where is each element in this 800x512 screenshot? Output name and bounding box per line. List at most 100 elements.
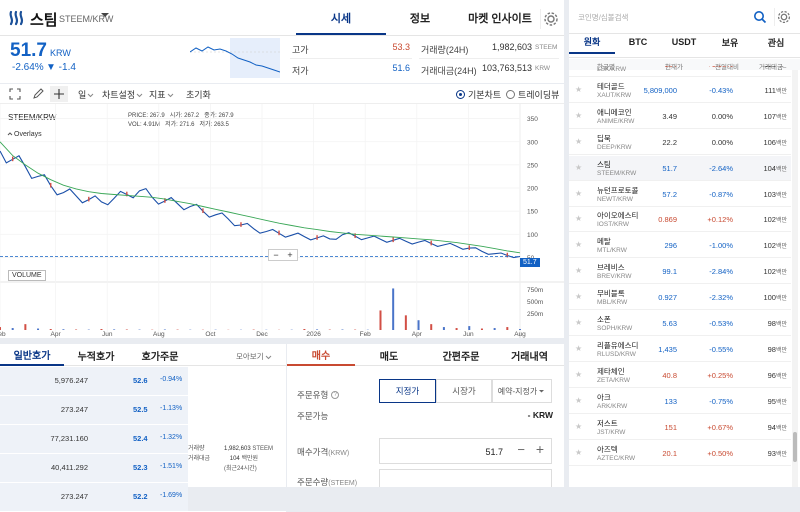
order-tab-buy[interactable]: 매수 <box>287 344 355 366</box>
coin-row[interactable]: ★아크ARK/KRW133-0.75%95백만 <box>569 389 791 414</box>
favorite-star-icon[interactable]: ★ <box>575 240 582 249</box>
ob-view-select[interactable]: 모아보기 <box>236 351 273 362</box>
basic-chart-radio[interactable]: 기본차트 <box>456 88 501 101</box>
coin-row[interactable]: ★딥북DEEP/KRW22.20.00%106백만 <box>569 130 791 155</box>
ob-ask-row[interactable]: 5,976.24752.6-0.94% <box>0 367 286 396</box>
ob-ask-price[interactable]: 52.5 <box>133 405 148 414</box>
ob-ask-price[interactable]: 52.6 <box>133 376 148 385</box>
market-scrollbar[interactable] <box>792 70 798 487</box>
ob-tab-normal[interactable]: 일반호가 <box>0 344 64 366</box>
ob-ask-row[interactable]: 77,231.16052.4-1.32% <box>0 425 286 454</box>
coin-row[interactable]: ★저스트JST/KRW151+0.67%94백만 <box>569 415 791 440</box>
settings-gear-icon[interactable] <box>540 9 560 29</box>
favorite-star-icon[interactable]: ★ <box>575 396 582 405</box>
coin-row[interactable]: ★무비블록MBL/KRW0.927-2.32%100백만 <box>569 285 791 310</box>
favorite-star-icon[interactable]: ★ <box>575 137 582 146</box>
market-tab-krw[interactable]: 원화 <box>569 30 615 54</box>
orderbook-panel: 일반호가 누적호가 호가주문 모아보기 5,976.24752.6-0.94%2… <box>0 344 286 487</box>
tab-market-insight[interactable]: 마켓 인사이트 <box>460 0 540 36</box>
market-tab-usdt[interactable]: USDT <box>661 30 707 54</box>
favorite-star-icon[interactable]: ★ <box>575 189 582 198</box>
period-label: 일 <box>78 88 86 101</box>
ob-info-amt-label: 거래대금 <box>188 454 224 464</box>
tab-info[interactable]: 정보 <box>380 0 460 36</box>
ob-tab-order[interactable]: 호가주문 <box>128 344 192 366</box>
fullscreen-icon[interactable] <box>9 88 21 100</box>
ob-ask-qty: 40,411.292 <box>51 463 88 472</box>
order-type-market[interactable]: 시장가 <box>436 379 492 403</box>
coin-row[interactable]: ★소폰SOPH/KRW5.63-0.53%98백만 <box>569 311 791 336</box>
coin-row-volume-unit: 백만 <box>776 348 787 354</box>
ob-ask-row[interactable]: 273.24752.5-1.13% <box>0 396 286 425</box>
coin-row[interactable]: ★리플유에스디RLUSD/KRW1,435-0.55%98백만 <box>569 337 791 362</box>
coin-row-price: 5,809,000 <box>644 86 677 95</box>
period-select[interactable]: 일 <box>78 88 95 101</box>
draw-pencil-icon[interactable] <box>32 88 44 100</box>
buy-price-input[interactable]: 51.7 − + <box>379 438 552 464</box>
order-qty-unit: (STEEM) <box>328 480 357 487</box>
tradingview-radio[interactable]: 트레이딩뷰 <box>506 88 559 101</box>
zoom-out-icon[interactable]: − <box>273 250 278 260</box>
market-settings-gear-icon[interactable] <box>774 8 792 26</box>
chart-settings-select[interactable]: 차트설정 <box>102 88 144 101</box>
order-tab-simple[interactable]: 간편주문 <box>427 344 495 366</box>
coin-row-change: -2.84% <box>709 267 733 276</box>
order-type-reserve[interactable]: 예약-지정가 <box>492 379 552 403</box>
coin-row-symbol: DEEP/KRW <box>597 144 632 151</box>
coin-row[interactable]: ★스팀STEEM/KRW51.7-2.64%104백만 <box>569 156 791 181</box>
favorite-star-icon[interactable]: ★ <box>575 292 582 301</box>
order-tab-sell[interactable]: 매도 <box>355 344 423 366</box>
coin-row[interactable]: ★테더골드XAUT/KRW5,809,000-0.43%111백만 <box>569 78 791 103</box>
coin-row[interactable]: ★아즈텍AZTEC/KRW20.1+0.50%93백만 <box>569 441 791 466</box>
zoom-in-icon[interactable]: + <box>287 250 292 260</box>
coin-row[interactable]: ★메탈MTL/KRW296-1.00%102백만 <box>569 233 791 258</box>
help-icon[interactable]: ? <box>331 391 339 399</box>
order-tab-history[interactable]: 거래내역 <box>495 344 564 366</box>
price-plus-icon[interactable]: + <box>536 441 544 457</box>
market-tab-btc[interactable]: BTC <box>615 30 661 54</box>
coin-row[interactable]: ★뉴턴프로토콜NEWT/KRW57.2-0.87%103백만 <box>569 182 791 207</box>
price-chart[interactable]: 35030025020015010050FebAprJunAugOctDec20… <box>0 104 564 338</box>
market-tab-holdings[interactable]: 보유 <box>707 30 753 54</box>
price-minus-icon[interactable]: − <box>517 442 525 457</box>
favorite-star-icon[interactable]: ★ <box>575 85 582 94</box>
crosshair-icon[interactable] <box>50 86 68 102</box>
coin-row-volume-value: 93 <box>768 449 776 458</box>
coin-row-volume-value: 107 <box>763 112 776 121</box>
market-search-input[interactable]: 코인명/심볼검색 <box>569 0 800 34</box>
market-tab-favorites[interactable]: 관심 <box>753 30 799 54</box>
coin-row-volume-value: 102 <box>763 267 776 276</box>
order-qty-input[interactable] <box>379 469 552 487</box>
market-scrollbar-thumb[interactable] <box>793 432 797 462</box>
available-value: - KRW <box>487 410 553 420</box>
coin-row[interactable]: ★제타체인ZETA/KRW40.8+0.25%96백만 <box>569 363 791 388</box>
favorite-star-icon[interactable]: ★ <box>575 111 582 120</box>
coin-row[interactable]: ★브레비스BREV/KRW99.1-2.84%102백만 <box>569 259 791 284</box>
tab-quote-label: 시세 <box>296 0 386 36</box>
ob-ask-price[interactable]: 52.4 <box>133 434 148 443</box>
favorite-star-icon[interactable]: ★ <box>575 266 582 275</box>
coin-row[interactable]: ★애니메코인ANIME/KRW3.490.00%107백만 <box>569 104 791 129</box>
favorite-star-icon[interactable]: ★ <box>575 214 582 223</box>
favorite-star-icon[interactable]: ★ <box>575 163 582 172</box>
coin-row-price: 133 <box>664 397 677 406</box>
reset-button[interactable]: 초기화 <box>186 88 211 101</box>
favorite-star-icon[interactable]: ★ <box>575 370 582 379</box>
favorite-star-icon[interactable]: ★ <box>575 448 582 457</box>
coin-row-volume-unit: 백만 <box>776 66 787 69</box>
ob-ask-price[interactable]: 52.2 <box>133 492 148 501</box>
coin-select-chevron-icon[interactable] <box>99 9 111 21</box>
ob-ask-row[interactable]: 273.24752.2-1.69% <box>0 483 286 512</box>
coin-row[interactable]: ★아이오에스티IOST/KRW0.869+0.12%102백만 <box>569 207 791 232</box>
favorite-star-icon[interactable]: ★ <box>575 66 582 68</box>
coin-row[interactable]: ★리스크LSK/KRW104+1.96%115백만 <box>569 66 791 77</box>
favorite-star-icon[interactable]: ★ <box>575 344 582 353</box>
favorite-star-icon[interactable]: ★ <box>575 422 582 431</box>
favorite-star-icon[interactable]: ★ <box>575 318 582 327</box>
indicators-select[interactable]: 지표 <box>149 88 175 101</box>
coin-row-volume: 94백만 <box>768 423 787 432</box>
ob-ask-price[interactable]: 52.3 <box>133 463 148 472</box>
search-icon[interactable] <box>753 10 767 26</box>
ob-tab-cumulative[interactable]: 누적호가 <box>64 344 128 366</box>
order-type-limit[interactable]: 지정가 <box>379 379 436 403</box>
